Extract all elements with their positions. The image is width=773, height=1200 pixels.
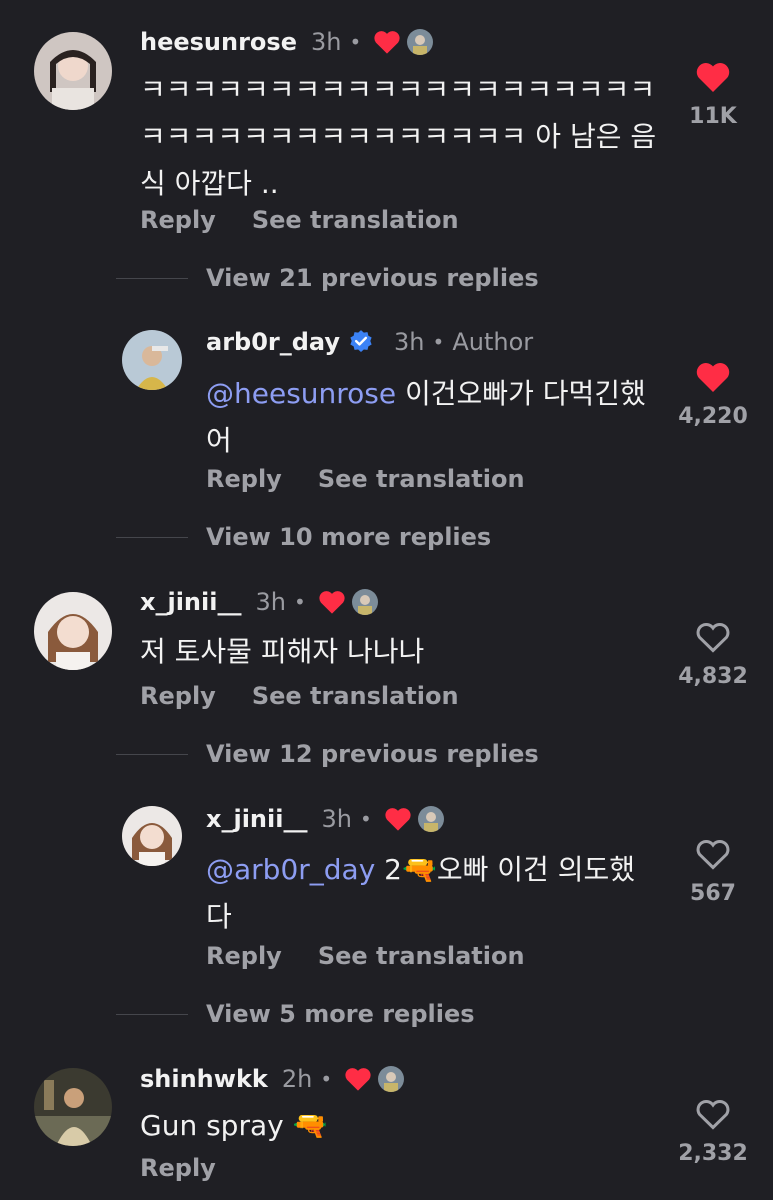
heart-icon[interactable] (695, 360, 731, 394)
avatar[interactable] (34, 32, 112, 110)
username[interactable]: heesunrose (140, 28, 297, 56)
author-badge: Author (452, 328, 534, 356)
see-translation-button[interactable]: See translation (318, 465, 525, 493)
divider-line (116, 1013, 188, 1015)
verified-badge-icon (350, 330, 372, 352)
like-button[interactable]: 2,332 (668, 1097, 758, 1166)
divider-line (116, 753, 188, 755)
creator-avatar-mini (417, 806, 444, 832)
username[interactable]: shinhwkk (140, 1065, 268, 1093)
separator-dot: • (432, 330, 445, 354)
reply-button[interactable]: Reply (140, 1154, 216, 1182)
timestamp: 3h (255, 588, 286, 616)
comment-text: 저 토사물 피해자 나나나 (140, 635, 425, 668)
see-translation-button[interactable]: See translation (252, 206, 459, 234)
see-translation-button[interactable]: See translation (318, 942, 525, 970)
like-count: 4,220 (678, 404, 748, 429)
avatar[interactable] (122, 806, 182, 866)
separator-dot: • (359, 807, 372, 831)
heart-icon[interactable] (695, 60, 731, 94)
separator-dot: • (320, 1067, 333, 1091)
avatar[interactable] (122, 330, 182, 390)
timestamp: 3h (310, 28, 342, 56)
comment-text: @heesunrose 이건오빠가 다먹긴했어 (206, 377, 646, 457)
heart-outline-icon[interactable] (695, 837, 731, 871)
heart-outline-icon[interactable] (695, 1097, 731, 1131)
timestamp: 3h (321, 805, 352, 833)
timestamp: 3h (394, 328, 425, 356)
like-count: 2,332 (678, 1141, 748, 1166)
mention-link[interactable]: @heesunrose (206, 377, 396, 410)
comment-text: @arb0r_day 2🔫오빠 이건 의도했다 (206, 853, 635, 933)
reply-button[interactable]: Reply (206, 942, 282, 970)
like-button[interactable]: 4,220 (668, 360, 758, 429)
separator-dot: • (293, 590, 306, 614)
separator-dot: • (349, 30, 362, 54)
like-count: 11K (689, 104, 737, 129)
view-replies-link[interactable]: View 10 more replies (116, 523, 491, 551)
divider-line (116, 536, 188, 538)
like-button[interactable]: 11K (668, 60, 758, 129)
like-button[interactable]: 567 (668, 837, 758, 906)
username[interactable]: x_jinii__ (206, 805, 307, 833)
username[interactable]: arb0r_day (206, 328, 340, 356)
creator-liked-heart-icon (385, 808, 411, 831)
heart-outline-icon[interactable] (695, 620, 731, 654)
creator-avatar-mini (378, 1066, 405, 1092)
reply-button[interactable]: Reply (206, 465, 282, 493)
like-button[interactable]: 4,832 (668, 620, 758, 689)
creator-avatar-mini (407, 29, 434, 55)
creator-liked-heart-icon (319, 591, 345, 614)
mention-link[interactable]: @arb0r_day (206, 853, 375, 886)
like-count: 4,832 (678, 664, 748, 689)
timestamp: 2h (281, 1065, 313, 1093)
comment-text: ㅋㅋㅋㅋㅋㅋㅋㅋㅋㅋㅋㅋㅋㅋㅋㅋㅋㅋㅋㅋㅋㅋㅋㅋㅋㅋㅋㅋㅋㅋㅋㅋㅋㅋㅋ 아 남은… (140, 73, 657, 200)
reply-button[interactable]: Reply (140, 682, 216, 710)
creator-liked-heart-icon (345, 1068, 371, 1091)
avatar[interactable] (34, 1068, 112, 1146)
reply-button[interactable]: Reply (140, 206, 216, 234)
view-replies-link[interactable]: View 21 previous replies (116, 264, 539, 292)
avatar[interactable] (34, 592, 112, 670)
divider-line (116, 277, 188, 279)
like-count: 567 (690, 881, 736, 906)
see-translation-button[interactable]: See translation (252, 682, 459, 710)
creator-avatar-mini (351, 589, 378, 615)
view-replies-link[interactable]: View 5 more replies (116, 1000, 475, 1028)
creator-liked-heart-icon (374, 31, 400, 54)
comment-text: Gun spray 🔫 (140, 1109, 328, 1142)
view-replies-link[interactable]: View 12 previous replies (116, 740, 539, 768)
username[interactable]: x_jinii__ (140, 588, 241, 616)
